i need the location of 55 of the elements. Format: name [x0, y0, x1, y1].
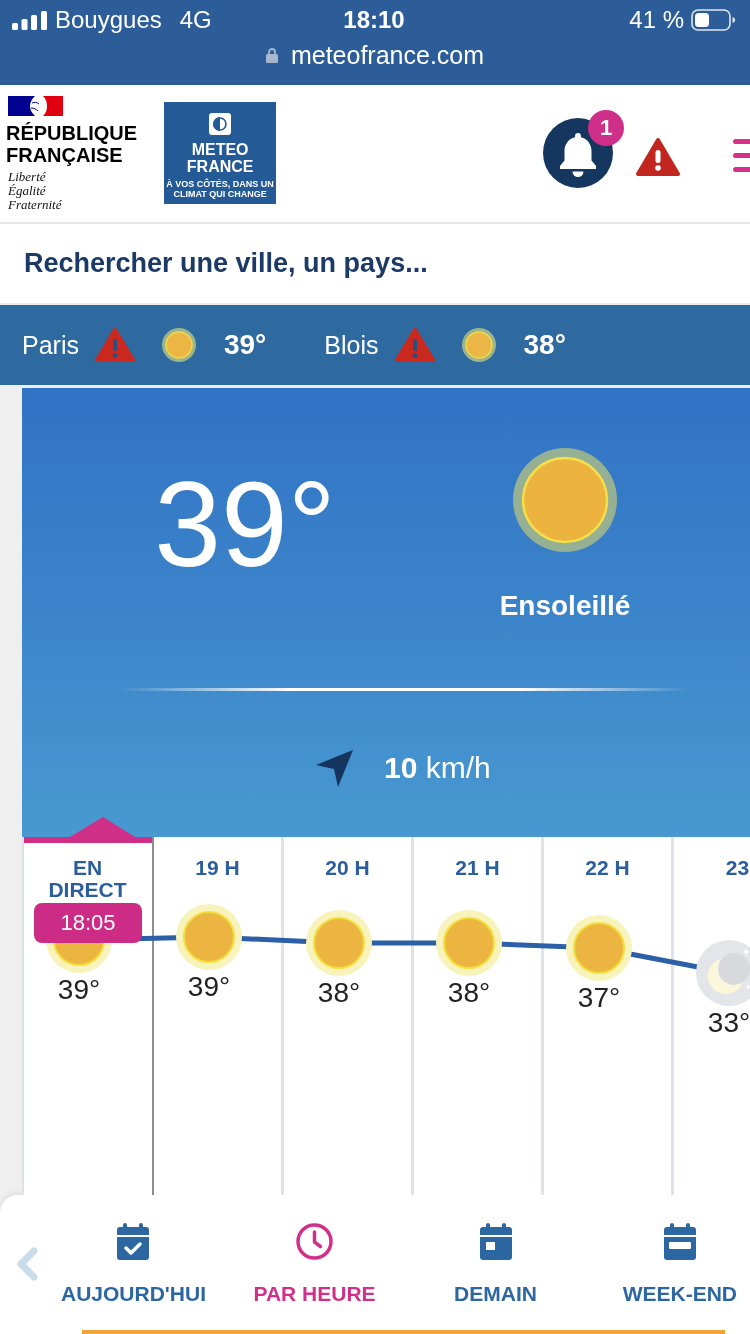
hour-label: 22 H [585, 857, 630, 879]
search-field[interactable]: Rechercher une ville, un pays... [0, 224, 750, 303]
calendar-icon [479, 1223, 512, 1260]
hour-temperature: 33° [707, 1008, 750, 1038]
motto: Liberté Égalité Fraternité [8, 170, 62, 212]
hour-temperature: 37° [577, 983, 621, 1013]
sun-icon [513, 448, 617, 552]
url-text[interactable]: meteofrance.com [290, 40, 485, 70]
hour-label: 19 H [195, 857, 240, 879]
nav-tab[interactable]: AUJOURD'HUI [61, 1223, 206, 1306]
hour-label: 20 H [325, 857, 370, 879]
hour-temperature: 38° [447, 978, 491, 1008]
network-type: 4G [179, 6, 212, 34]
battery-icon [691, 9, 736, 31]
calendar-icon [663, 1223, 696, 1260]
favorite-city[interactable]: Paris [22, 330, 79, 360]
hour-label: EN DIRECT [47, 857, 128, 901]
time-badge: 18:05 [34, 903, 142, 943]
notification-badge: 1 [588, 110, 624, 146]
arrow-icon [315, 749, 355, 787]
republic-name: RÉPUBLIQUE FRANÇAISE [6, 122, 138, 166]
logo-mark-icon [209, 113, 232, 135]
nav-tab[interactable]: PAR HEURE [253, 1223, 376, 1306]
wind-speed: 10 km/h [384, 750, 491, 786]
hour-label: 21 H [455, 857, 500, 879]
nav-tab[interactable]: DEMAIN [454, 1223, 537, 1306]
hour-label: 23 [725, 857, 750, 879]
sun-icon [161, 328, 196, 362]
favorite-city[interactable]: Blois [324, 330, 379, 360]
sun-icon [306, 910, 372, 976]
warning-icon[interactable] [636, 137, 680, 177]
logo-tagline: À VOS CÔTÉS, DANS UN CLIMAT QUI CHANGE [165, 179, 275, 199]
current-temperature: 39° [154, 464, 336, 584]
lock-icon [265, 47, 278, 63]
hour-temperature: 39° [57, 975, 101, 1005]
calendar-check-icon [117, 1223, 150, 1260]
nav-tab[interactable]: WEEK-END [622, 1223, 737, 1306]
sun-icon [461, 328, 496, 362]
signal-icon [12, 10, 47, 30]
carrier-name: Bouygues [55, 6, 162, 34]
favorite-temperature: 38° [523, 329, 566, 361]
logo-title: METEO FRANCE [186, 141, 254, 175]
clock-time: 18:10 [343, 6, 405, 34]
flag-icon [8, 96, 63, 116]
hour-temperature: 39° [187, 972, 231, 1002]
favorite-temperature: 39° [223, 329, 267, 361]
hour-temperature: 38° [317, 978, 361, 1008]
sun-icon [436, 910, 502, 976]
sun-icon [566, 915, 632, 981]
brand-logo[interactable]: METEO FRANCE À VOS CÔTÉS, DANS UN CLIMAT QUI CHANGE [164, 102, 277, 204]
battery-percent: 41 % [629, 6, 684, 34]
weather-condition: Ensoleillé [499, 590, 631, 622]
sun-icon [176, 904, 242, 970]
clock-icon [296, 1223, 333, 1260]
menu-icon[interactable] [733, 138, 750, 174]
